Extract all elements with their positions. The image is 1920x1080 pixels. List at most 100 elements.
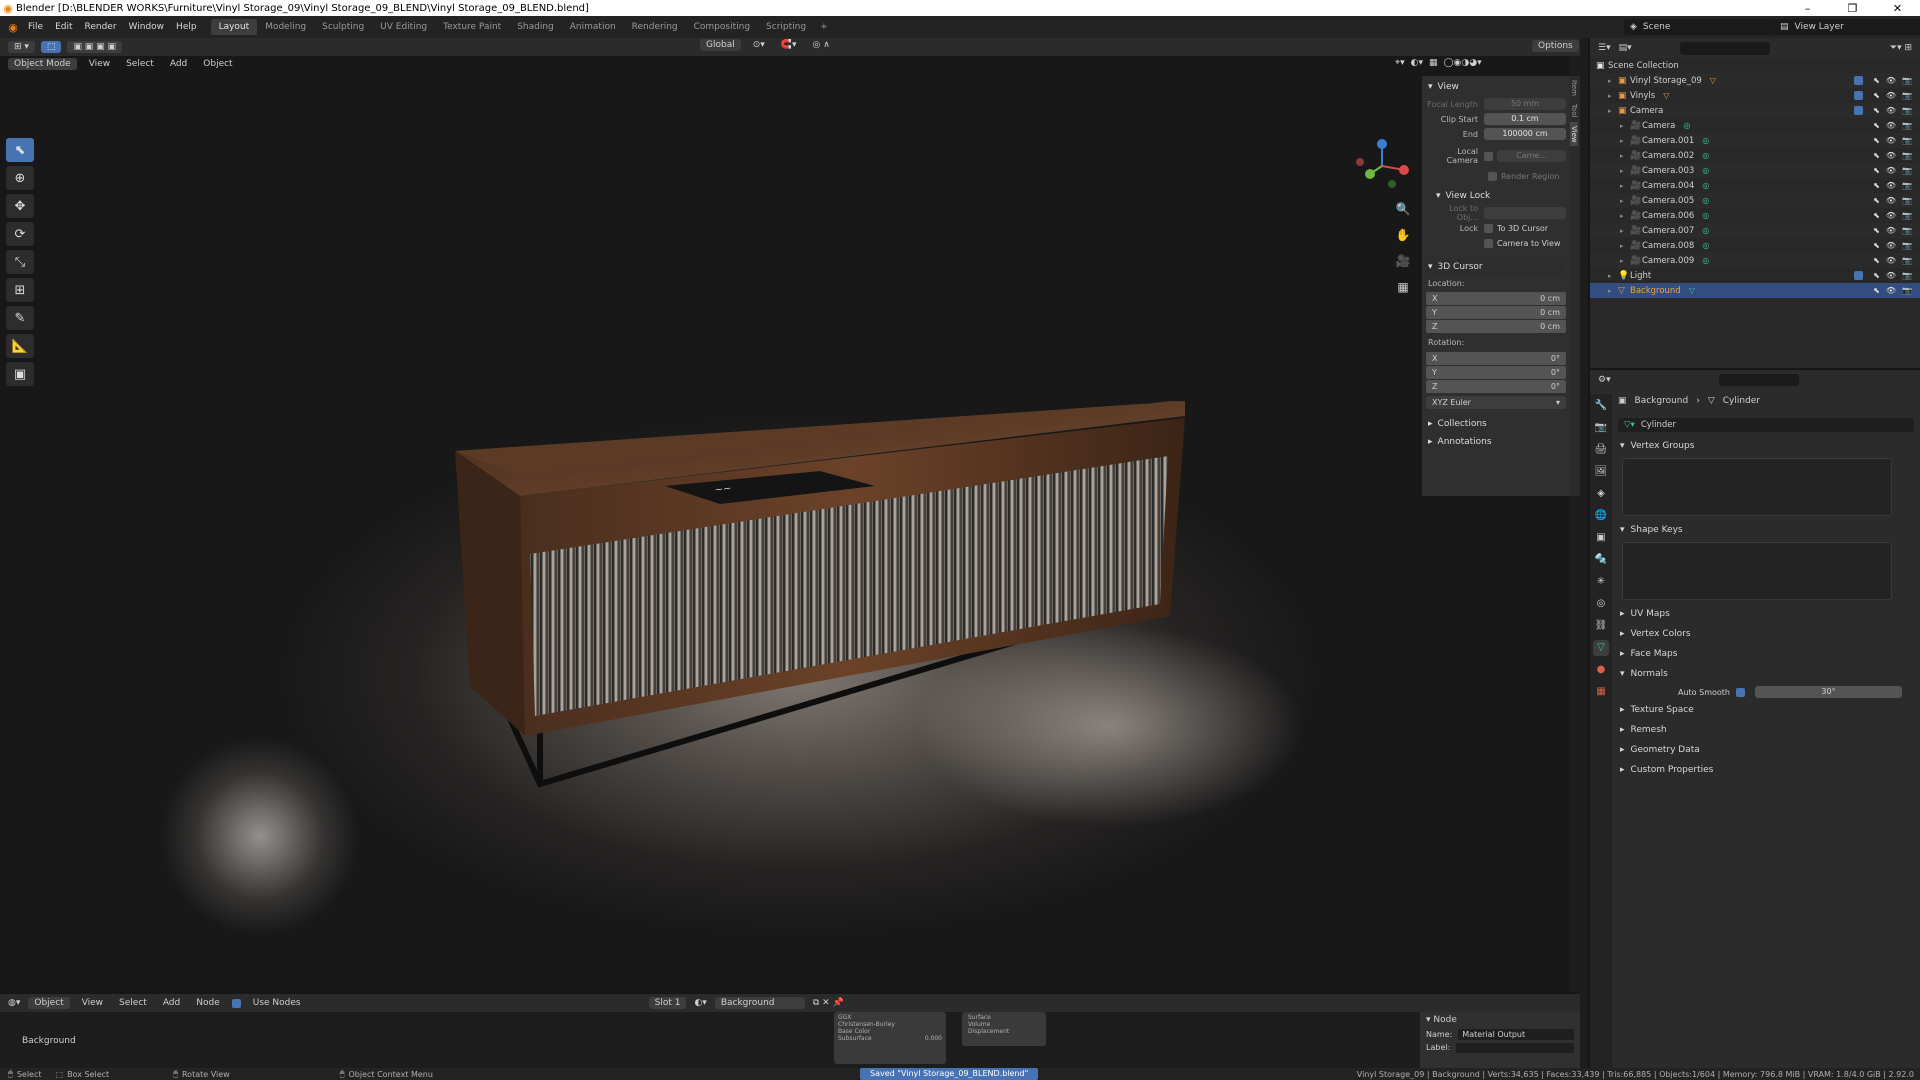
render-camera-icon[interactable]: 📷 — [1902, 181, 1912, 190]
bsdf-base-color[interactable]: Base Color — [838, 1028, 942, 1035]
tab-shading[interactable]: Shading — [509, 19, 562, 35]
overlay-toggle-icon[interactable]: ◐▾ — [1411, 58, 1423, 68]
expand-arrow-icon[interactable]: ▸ — [1620, 152, 1630, 160]
vertex-groups-list[interactable] — [1622, 458, 1892, 516]
outliner-row[interactable]: ▸ ▣ Camera ⬉ 👁 📷 — [1590, 103, 1920, 118]
render-camera-icon[interactable]: 📷 — [1902, 106, 1912, 115]
bsdf-distribution[interactable]: GGX — [838, 1014, 942, 1021]
use-nodes-checkbox[interactable] — [231, 998, 241, 1008]
cursor-rotation-x[interactable]: X 0° — [1426, 352, 1566, 365]
viewport-menu-select[interactable]: Select — [122, 58, 158, 70]
tab-compositing[interactable]: Compositing — [686, 19, 758, 35]
lock-to-object-field[interactable] — [1484, 207, 1566, 219]
proportional-editing-icon[interactable]: ◎ ∧ — [809, 39, 834, 51]
mesh-data-tab-icon[interactable]: ▽ — [1593, 640, 1609, 656]
viewport-menu-view[interactable]: View — [85, 58, 114, 70]
expand-arrow-icon[interactable]: ▸ — [1608, 272, 1618, 280]
outliner-search-input[interactable] — [1679, 41, 1770, 55]
3d-cursor-section-header[interactable]: ▾ 3D Cursor — [1426, 258, 1566, 276]
expand-arrow-icon[interactable]: ▸ — [1620, 257, 1630, 265]
render-camera-icon[interactable]: 📷 — [1902, 211, 1912, 220]
sidebar-tab-tool[interactable]: Tool — [1570, 100, 1578, 122]
exclude-checkbox[interactable] — [1854, 76, 1864, 85]
cursor-rotation-y[interactable]: Y 0° — [1426, 366, 1566, 379]
exclude-checkbox[interactable] — [1854, 106, 1864, 115]
tab-modeling[interactable]: Modeling — [257, 19, 314, 35]
outliner-row[interactable]: ▸ 🎥 Camera.006 ◎ ⬉ 👁 📷 — [1590, 208, 1920, 223]
expand-arrow-icon[interactable]: ▸ — [1620, 122, 1630, 130]
close-button[interactable]: ✕ — [1875, 2, 1920, 15]
modifier-tab-icon[interactable]: 🔩 — [1593, 552, 1609, 568]
cursor-location-y[interactable]: Y0 cm — [1426, 306, 1566, 319]
cursor-location-z[interactable]: Z0 cm — [1426, 320, 1566, 333]
bsdf-subsurface-method[interactable]: Christensen-Burley — [838, 1021, 942, 1028]
exclude-checkbox[interactable] — [1854, 271, 1864, 280]
outliner-editor-icon[interactable]: ☰▾ — [1598, 43, 1611, 53]
gizmo-toggle-icon[interactable]: ⌖▾ — [1395, 58, 1405, 68]
visibility-eye-icon[interactable]: 👁 — [1886, 166, 1896, 175]
shape-keys-header[interactable]: ▾ Shape Keys — [1618, 520, 1914, 540]
outliner-row[interactable]: ▸ 🎥 Camera.001 ◎ ⬉ 👁 📷 — [1590, 133, 1920, 148]
expand-arrow-icon[interactable]: ▸ — [1620, 242, 1630, 250]
shader-node-area[interactable]: Background — [0, 1012, 1420, 1066]
viewport-menu-add[interactable]: Add — [166, 58, 191, 70]
visibility-eye-icon[interactable]: 👁 — [1886, 151, 1896, 160]
3d-viewport[interactable]: ~~ ⬉ ⊕ ✥ ⟳ ⤡ ⊞ ✎ 📐 ▣ Object Mode View Se… — [0, 56, 1570, 992]
scene-tab-icon[interactable]: ◈ — [1593, 486, 1609, 502]
camera-view-icon[interactable]: 🎥 — [1394, 254, 1412, 272]
material-actions-icon[interactable]: ⧉ ✕ 📌 — [813, 998, 844, 1008]
object-mode-dropdown[interactable]: Object Mode — [8, 58, 77, 70]
socket-displacement[interactable]: Displacement — [968, 1028, 1040, 1035]
expand-arrow-icon[interactable]: ▸ — [1620, 182, 1630, 190]
expand-arrow-icon[interactable]: ▸ — [1620, 137, 1630, 145]
add-cube-tool-icon[interactable]: ▣ — [6, 362, 34, 386]
visibility-eye-icon[interactable]: 👁 — [1886, 286, 1896, 295]
socket-surface[interactable]: Surface — [968, 1014, 1040, 1021]
visibility-eye-icon[interactable]: 👁 — [1886, 121, 1896, 130]
visibility-eye-icon[interactable]: 👁 — [1886, 136, 1896, 145]
focal-length-field[interactable]: 50 mm — [1484, 98, 1566, 110]
shader-type-dropdown[interactable]: Object — [28, 997, 70, 1009]
expand-arrow-icon[interactable]: ▸ — [1620, 227, 1630, 235]
shape-keys-list[interactable] — [1622, 542, 1892, 600]
render-camera-icon[interactable]: 📷 — [1902, 76, 1912, 85]
select-box-tool-button[interactable]: ⬚ — [40, 41, 62, 53]
physics-tab-icon[interactable]: ◎ — [1593, 596, 1609, 612]
selectable-icon[interactable]: ⬉ — [1873, 286, 1880, 295]
principled-bsdf-node[interactable]: GGX Christensen-Burley Base Color Subsur… — [834, 1012, 946, 1064]
render-tab-icon[interactable]: 📷 — [1593, 420, 1609, 436]
custom-properties-header[interactable]: ▸ Custom Properties — [1618, 760, 1914, 780]
render-camera-icon[interactable]: 📷 — [1902, 166, 1912, 175]
selectable-icon[interactable]: ⬉ — [1873, 196, 1880, 205]
socket-volume[interactable]: Volume — [968, 1021, 1040, 1028]
object-tab-icon[interactable]: ▣ — [1593, 530, 1609, 546]
clip-start-field[interactable]: 0.1 cm — [1484, 113, 1566, 125]
tab-scripting[interactable]: Scripting — [758, 19, 814, 35]
scene-collection-row[interactable]: ▣ Scene Collection — [1590, 58, 1920, 73]
maximize-button[interactable]: ❐ — [1830, 2, 1875, 15]
outliner-row[interactable]: ▸ ▣ Vinyl Storage_09 ▽ ⬉ 👁 📷 — [1590, 73, 1920, 88]
visibility-eye-icon[interactable]: 👁 — [1886, 271, 1896, 280]
selectable-icon[interactable]: ⬉ — [1873, 241, 1880, 250]
texture-tab-icon[interactable]: ▦ — [1593, 684, 1609, 700]
menu-render[interactable]: Render — [79, 22, 123, 32]
outliner-row[interactable]: ▸ 🎥 Camera.008 ◎ ⬉ 👁 📷 — [1590, 238, 1920, 253]
selectable-icon[interactable]: ⬉ — [1873, 181, 1880, 190]
render-camera-icon[interactable]: 📷 — [1902, 271, 1912, 280]
transform-orientation-dropdown[interactable]: Global — [700, 39, 741, 51]
render-camera-icon[interactable]: 📷 — [1902, 151, 1912, 160]
menu-help[interactable]: Help — [170, 22, 203, 32]
cursor-location-x[interactable]: X0 cm — [1426, 292, 1566, 305]
selectable-icon[interactable]: ⬉ — [1873, 106, 1880, 115]
editor-type-icon[interactable]: ◍▾ — [8, 998, 20, 1008]
selectable-icon[interactable]: ⬉ — [1873, 226, 1880, 235]
minimize-button[interactable]: – — [1785, 2, 1830, 15]
menu-window[interactable]: Window — [123, 22, 171, 32]
view-section-header[interactable]: ▾ View — [1426, 78, 1566, 96]
measure-tool-icon[interactable]: 📐 — [6, 334, 34, 358]
menu-file[interactable]: File — [22, 22, 49, 32]
auto-smooth-angle-field[interactable]: 30° — [1754, 686, 1902, 698]
camera-to-view-checkbox[interactable] — [1484, 238, 1493, 248]
outliner-row[interactable]: ▸ 🎥 Camera.003 ◎ ⬉ 👁 📷 — [1590, 163, 1920, 178]
collections-section-header[interactable]: ▸ Collections — [1426, 415, 1566, 433]
